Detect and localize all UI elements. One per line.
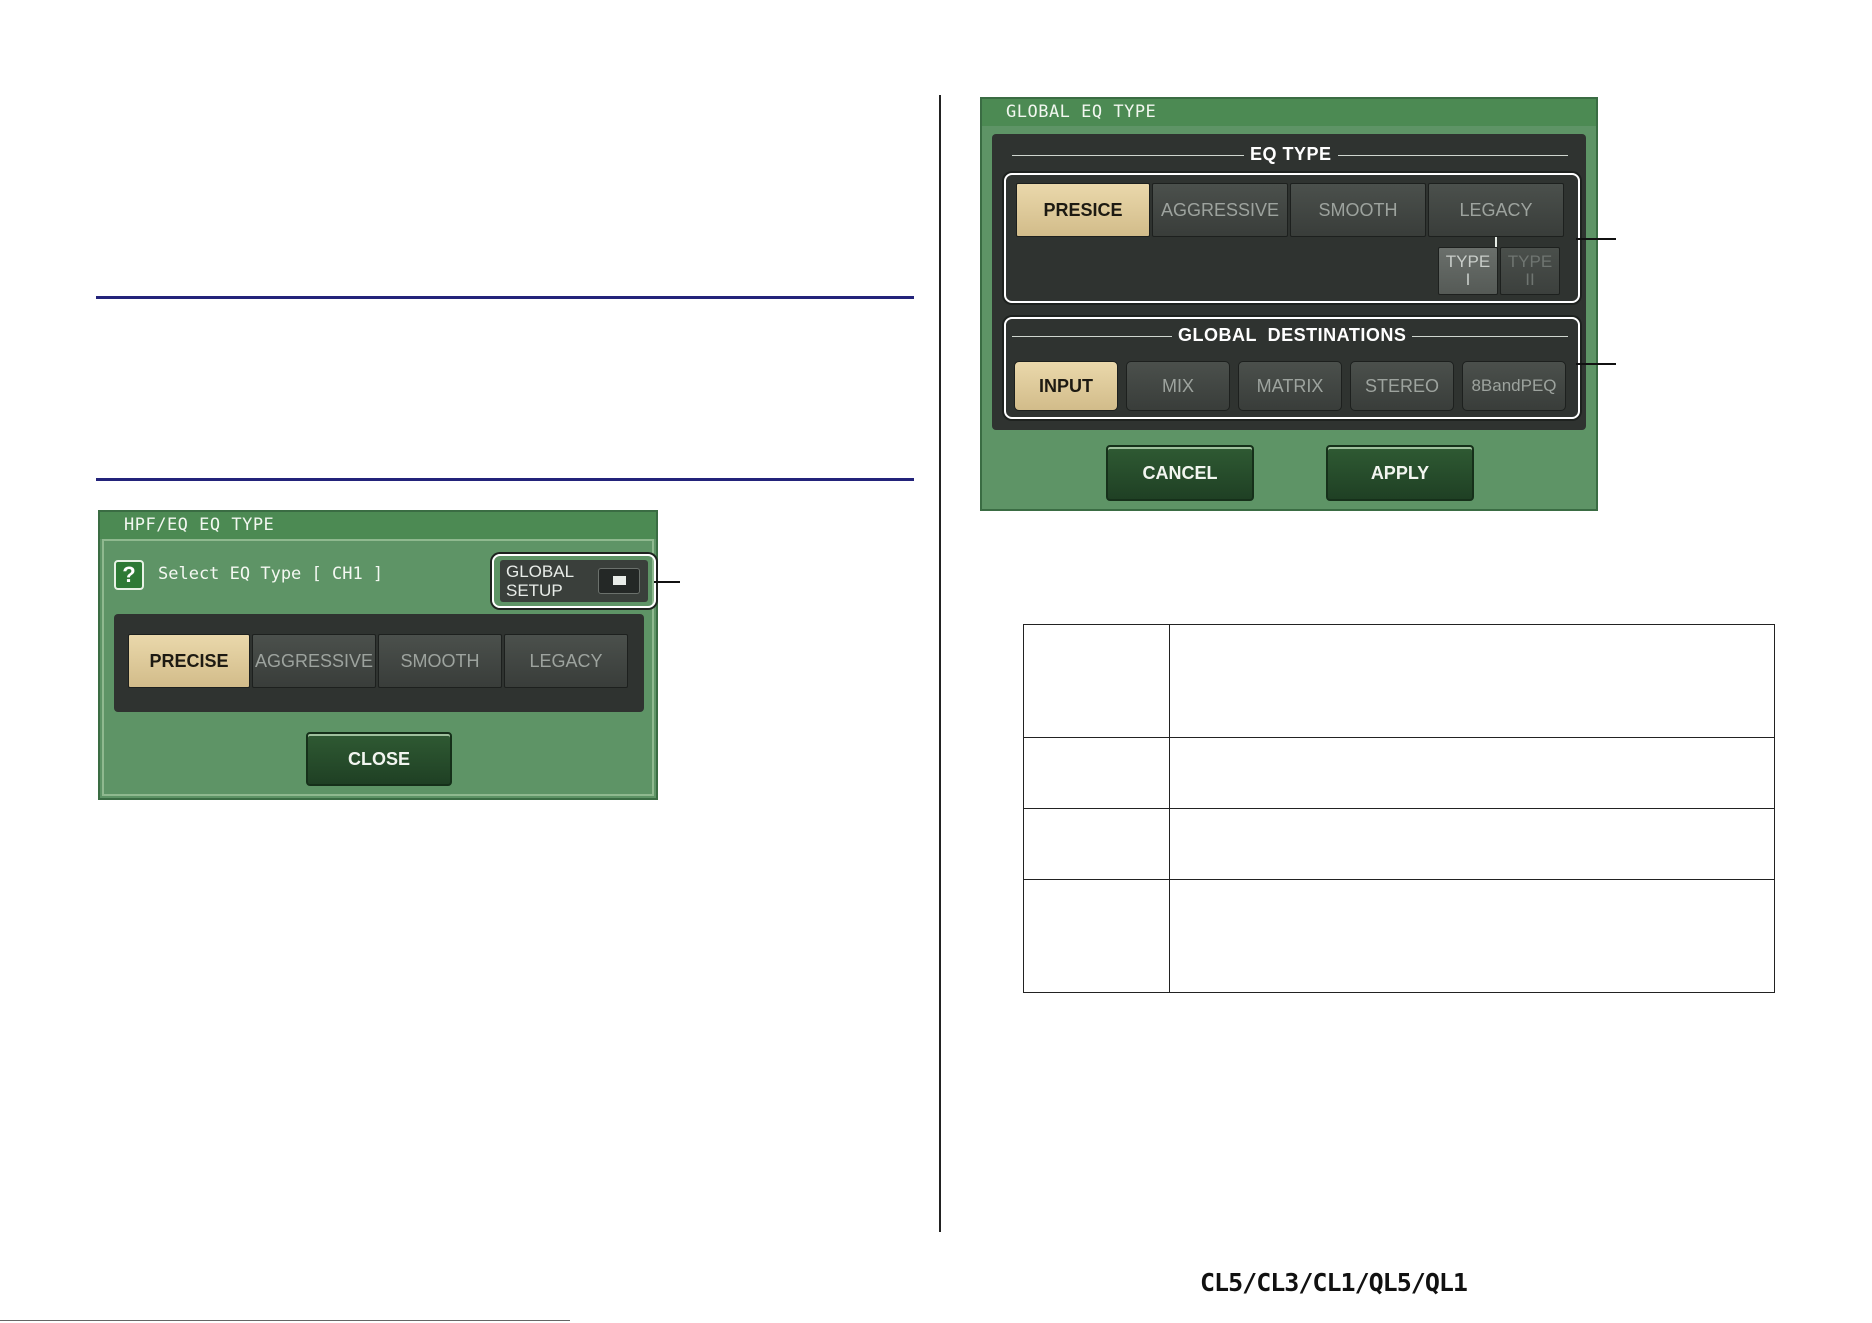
global-eq-type-window: GLOBAL EQ TYPE EQ TYPE PRESICE AGGRESSIV… <box>980 97 1598 511</box>
eq-type-aggressive-button[interactable]: AGGRESSIVE <box>1152 183 1288 237</box>
table-cell <box>1169 808 1775 880</box>
table-cell <box>1023 879 1170 993</box>
destination-8bandpeq-button[interactable]: 8BandPEQ <box>1462 361 1566 411</box>
destination-mix-button[interactable]: MIX <box>1126 361 1230 411</box>
destination-input-button[interactable]: INPUT <box>1014 361 1118 411</box>
footer-rule <box>0 1320 570 1321</box>
section-rule-top <box>96 296 914 299</box>
table-cell <box>1169 737 1775 809</box>
destination-stereo-button[interactable]: STEREO <box>1350 361 1454 411</box>
legacy-type-2-button[interactable]: TYPE II <box>1500 247 1560 295</box>
global-setup-button[interactable]: GLOBAL SETUP <box>500 560 648 602</box>
destinations-callout-line <box>1576 363 1616 365</box>
cancel-button[interactable]: CANCEL <box>1106 445 1254 501</box>
eq-type-smooth-button[interactable]: SMOOTH <box>1290 183 1426 237</box>
eq-type-callout-line <box>1576 238 1616 240</box>
table-cell <box>1023 808 1170 880</box>
legacy-type-2-label: TYPE <box>1507 252 1553 271</box>
apply-button[interactable]: APPLY <box>1326 445 1474 501</box>
eq-type-presice-button[interactable]: PRESICE <box>1016 183 1150 237</box>
select-eq-type-prompt: Select EQ Type [ CH1 ] <box>158 564 384 584</box>
table-cell <box>1023 737 1170 809</box>
legacy-type-1-label: TYPE <box>1445 252 1491 271</box>
destinations-section-label: GLOBAL DESTINATIONS <box>1172 325 1413 346</box>
table-row <box>1023 879 1775 993</box>
table-cell <box>1023 624 1170 738</box>
section-rule-bottom <box>96 478 914 481</box>
window-title: HPF/EQ EQ TYPE <box>100 512 656 539</box>
eq-type-legacy-button[interactable]: LEGACY <box>1428 183 1564 237</box>
column-divider <box>939 95 941 1232</box>
table-row <box>1023 808 1775 880</box>
description-table <box>1023 624 1775 993</box>
eq-type-precise-button[interactable]: PRECISE <box>128 634 250 688</box>
global-setup-label-line2: SETUP <box>506 581 563 600</box>
hpf-eq-type-window: HPF/EQ EQ TYPE ? Select EQ Type [ CH1 ] … <box>98 510 658 800</box>
table-row <box>1023 737 1775 809</box>
global-setup-callout-line <box>654 581 680 583</box>
table-cell <box>1169 879 1775 993</box>
legacy-type-1-button[interactable]: TYPE I <box>1438 247 1498 295</box>
help-icon[interactable]: ? <box>114 560 144 590</box>
eq-type-legacy-button[interactable]: LEGACY <box>504 634 628 688</box>
eq-type-aggressive-button[interactable]: AGGRESSIVE <box>252 634 376 688</box>
help-icon-glyph: ? <box>122 562 136 587</box>
model-logo: CL5/CL3/CL1/QL5/QL1 <box>1200 1268 1468 1297</box>
legacy-type-2-numeral: II <box>1525 270 1535 289</box>
global-setup-label-line1: GLOBAL <box>506 562 575 581</box>
close-button[interactable]: CLOSE <box>306 732 452 786</box>
legacy-type-1-numeral: I <box>1465 270 1471 289</box>
legacy-connector <box>1495 237 1497 247</box>
eq-type-section-label: EQ TYPE <box>1244 144 1338 165</box>
destination-matrix-button[interactable]: MATRIX <box>1238 361 1342 411</box>
table-row <box>1023 624 1775 738</box>
window-title: GLOBAL EQ TYPE <box>982 99 1596 126</box>
eq-type-smooth-button[interactable]: SMOOTH <box>378 634 502 688</box>
table-cell <box>1169 624 1775 738</box>
window-popup-icon <box>598 568 640 594</box>
